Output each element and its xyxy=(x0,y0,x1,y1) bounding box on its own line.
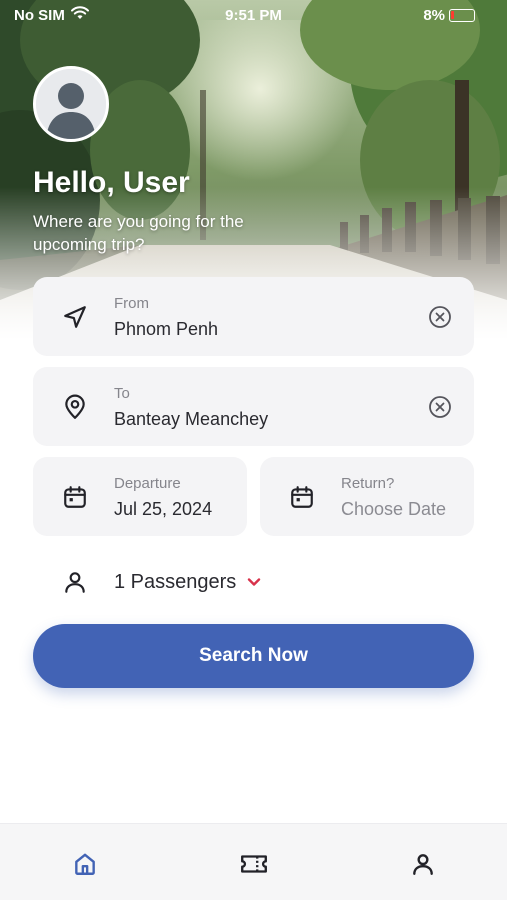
home-icon xyxy=(74,853,95,875)
user-icon xyxy=(412,854,433,875)
calendar-icon xyxy=(288,483,316,511)
tab-home[interactable] xyxy=(55,848,115,880)
greeting-subtitle: Where are you going for the upcoming tri… xyxy=(33,212,244,254)
user-silhouette-icon xyxy=(36,69,106,139)
to-value: Banteay Meanchey xyxy=(114,409,269,429)
return-date-field[interactable]: Return? Choose Date xyxy=(260,457,474,536)
ticket-icon xyxy=(240,855,267,873)
clear-to-button[interactable] xyxy=(428,395,452,419)
passengers-selector[interactable]: 1 Passengers xyxy=(33,558,293,606)
status-time: 9:51 PM xyxy=(225,6,282,24)
to-label: To xyxy=(114,385,130,402)
status-bar: No SIM 9:51 PM 8% xyxy=(0,0,507,30)
to-field[interactable]: To Banteay Meanchey xyxy=(33,367,474,446)
wifi-icon xyxy=(70,6,89,24)
calendar-icon xyxy=(61,483,89,511)
clear-from-button[interactable] xyxy=(428,305,452,329)
departure-label: Departure xyxy=(114,475,181,492)
departure-date-field[interactable]: Departure Jul 25, 2024 xyxy=(33,457,247,536)
close-circle-icon xyxy=(429,305,451,328)
bottom-tab-bar xyxy=(0,823,507,900)
search-now-button[interactable]: Search Now xyxy=(33,624,474,688)
tab-tickets[interactable] xyxy=(224,848,284,880)
battery-percent: 8% xyxy=(423,6,445,24)
close-circle-icon xyxy=(429,395,451,418)
greeting-title: Hello, User xyxy=(33,166,190,199)
status-left: No SIM xyxy=(14,6,89,24)
return-label: Return? xyxy=(341,475,395,492)
navigation-arrow-icon xyxy=(61,303,89,331)
status-right: 8% xyxy=(423,7,475,24)
map-pin-icon xyxy=(61,393,89,421)
user-icon xyxy=(61,568,89,596)
passengers-label: 1 Passengers xyxy=(114,570,237,593)
from-value: Phnom Penh xyxy=(114,319,219,339)
departure-value: Jul 25, 2024 xyxy=(114,499,213,519)
battery-icon xyxy=(449,8,475,22)
carrier-label: No SIM xyxy=(14,6,65,24)
from-label: From xyxy=(114,295,149,312)
avatar[interactable] xyxy=(33,66,109,142)
tab-profile[interactable] xyxy=(393,848,453,880)
from-field[interactable]: From Phnom Penh xyxy=(33,277,474,356)
chevron-down-icon xyxy=(246,574,262,590)
return-value: Choose Date xyxy=(341,499,447,519)
